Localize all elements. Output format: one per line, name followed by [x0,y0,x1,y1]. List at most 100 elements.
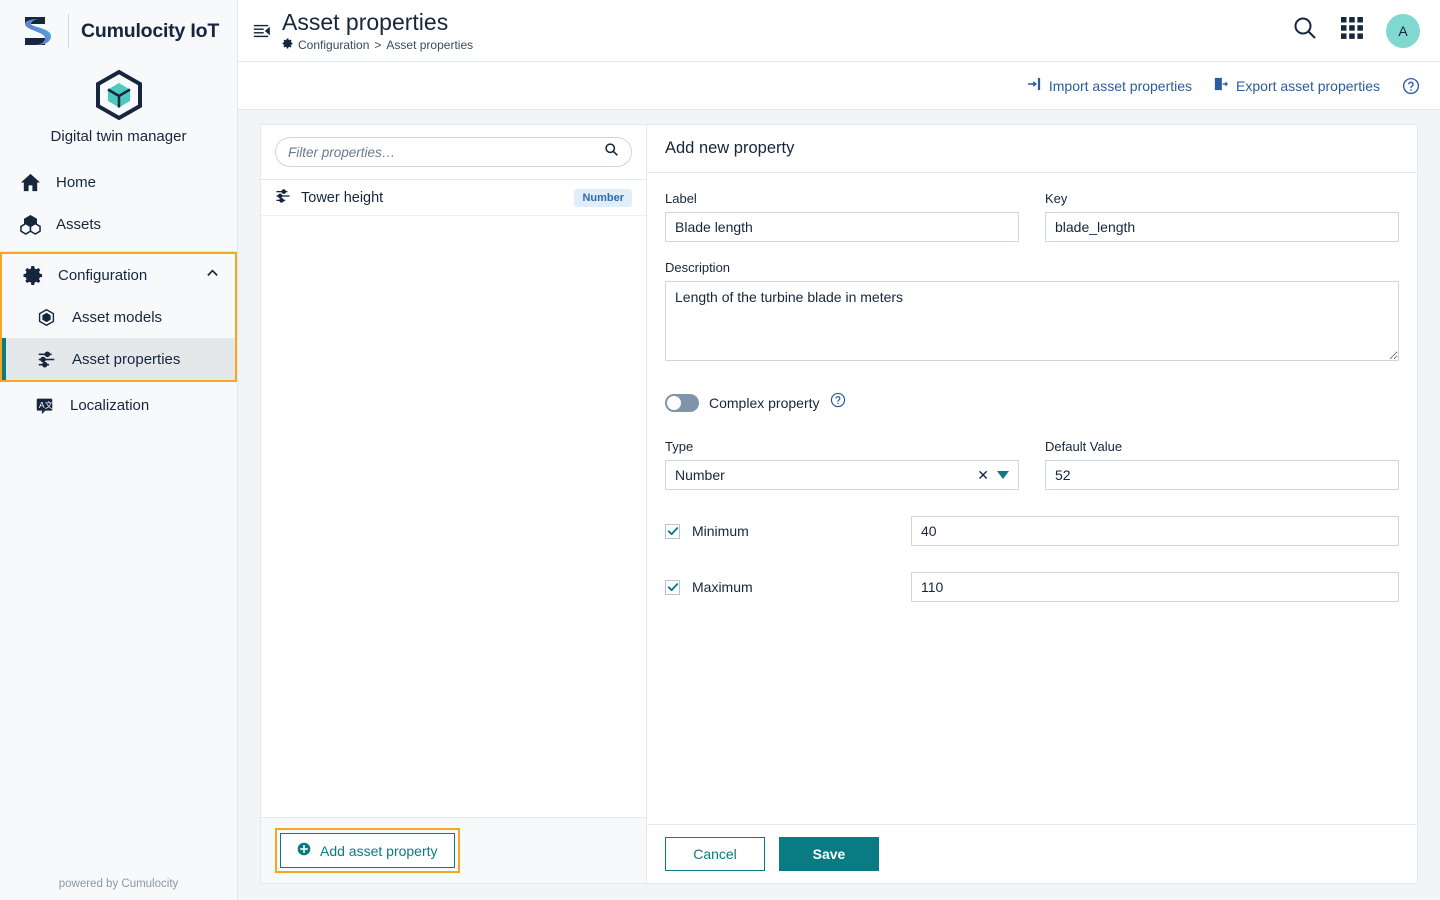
import-asset-properties-button[interactable]: Import asset properties [1027,77,1192,94]
top-header: Asset properties Configuration > Asset p… [238,0,1440,62]
form-footer: Cancel Save [647,824,1417,883]
default-value-input[interactable] [1045,460,1399,490]
breadcrumb-separator: > [374,37,382,52]
save-button[interactable]: Save [779,837,879,871]
content-area: Tower height Number [238,110,1440,900]
type-select[interactable]: Number ✕ [665,460,1019,490]
maximum-label: Maximum [692,579,753,595]
search-icon[interactable] [1292,15,1318,46]
cube-outline-icon [34,308,58,327]
gear-icon [282,38,293,52]
help-circle-icon[interactable] [1402,77,1420,95]
toggle-knob [667,395,681,410]
maximum-row: Maximum [665,572,1399,602]
maximum-input[interactable] [911,572,1399,602]
sidebar-item-asset-models[interactable]: Asset models [2,296,235,338]
sidebar-item-label: Home [56,173,97,191]
sidebar-item-home[interactable]: Home [0,161,237,203]
import-label: Import asset properties [1048,77,1193,94]
app-root: Cumulocity IoT Digital twin manager Home… [0,0,1440,900]
form-body: Label Key Description [647,173,1417,824]
description-field-label: Description [665,260,731,275]
sidebar-item-assets[interactable]: Assets [0,203,237,245]
app-identity: Digital twin manager [0,62,237,161]
brand-header: Cumulocity IoT [0,0,237,62]
sidebar-nav: Home Assets Configuration Asset models A… [0,161,237,878]
maximum-checkbox[interactable] [665,579,680,595]
sidebar-item-label: Asset properties [72,350,181,368]
sidebar-item-configuration[interactable]: Configuration [2,254,235,296]
cancel-button[interactable]: Cancel [665,837,765,871]
clear-x-icon[interactable]: ✕ [969,467,997,484]
maximum-check-group: Maximum [665,579,911,595]
action-bar: Import asset properties Export asset pro… [238,62,1440,110]
form-title: Add new property [647,125,1417,173]
cumulocity-s-logo-icon [16,12,56,50]
export-label: Export asset properties [1236,77,1380,94]
sidebar: Cumulocity IoT Digital twin manager Home… [0,0,238,900]
description-textarea[interactable] [665,281,1399,361]
cube-hexagon-icon [92,68,146,122]
minimum-row: Minimum [665,516,1399,546]
list-item-label: Tower height [301,189,384,206]
assets-cubes-icon [18,214,42,235]
svg-text:A: A [38,400,44,410]
plus-circle-icon [297,842,311,859]
key-field-group: Key [1045,191,1399,242]
properties-card: Tower height Number [260,124,1418,884]
caret-down-icon[interactable] [997,471,1009,479]
complex-property-row: Complex property [665,392,1399,413]
minimum-checkbox[interactable] [665,523,680,539]
minimum-label: Minimum [692,523,749,539]
brand-divider [68,14,69,48]
property-list-panel: Tower height Number [261,125,647,883]
type-field-label: Type [665,439,694,454]
collapse-sidebar-icon[interactable] [252,22,270,40]
list-footer: Add asset property [261,817,646,883]
sidebar-item-localization[interactable]: A 文 Localization [0,384,237,426]
add-asset-property-highlight-box: Add asset property [275,828,460,873]
filter-properties-box[interactable] [275,137,632,167]
search-icon[interactable] [604,142,619,162]
title-block: Asset properties Configuration > Asset p… [282,9,473,51]
help-circle-icon[interactable] [830,392,846,413]
app-title: Digital twin manager [50,128,187,145]
type-selected-value: Number [675,467,725,483]
breadcrumb: Configuration > Asset properties [282,38,473,52]
export-asset-properties-button[interactable]: Export asset properties [1214,77,1380,94]
chevron-up-icon[interactable] [206,267,219,284]
export-icon [1214,77,1229,94]
sidebar-item-label: Asset models [72,308,163,326]
add-asset-property-button[interactable]: Add asset property [280,833,455,868]
add-property-form: Add new property Label Key [647,125,1417,883]
complex-property-label: Complex property [709,394,820,411]
complex-property-toggle[interactable] [665,393,699,412]
avatar[interactable]: A [1386,13,1420,48]
property-list: Tower height Number [261,180,646,817]
key-field-label: Key [1045,191,1068,206]
sidebar-item-label: Configuration [58,266,148,284]
type-default-row: Type Number ✕ Default Value [665,439,1399,490]
list-item[interactable]: Tower height Number [261,180,646,216]
home-icon [18,172,42,193]
minimum-input[interactable] [911,516,1399,546]
import-icon [1027,77,1041,94]
default-value-label: Default Value [1045,439,1123,454]
sidebar-item-asset-properties[interactable]: Asset properties [2,338,235,380]
app-grid-icon[interactable] [1340,16,1364,45]
label-field-group: Label [665,191,1019,242]
label-input[interactable] [665,212,1019,242]
sliders-icon [34,350,58,369]
brand-name: Cumulocity IoT [81,19,220,42]
breadcrumb-parent[interactable]: Configuration [298,38,369,52]
label-field-label: Label [665,191,697,206]
breadcrumb-current: Asset properties [386,37,474,52]
main-area: Asset properties Configuration > Asset p… [238,0,1440,900]
key-input[interactable] [1045,212,1399,242]
search-input[interactable] [288,144,604,160]
header-actions: A [1292,13,1420,48]
page-title: Asset properties [282,9,449,36]
configuration-highlight-box: Configuration Asset models Asset propert… [0,252,237,382]
description-field-group: Description [665,260,1399,366]
status-badge: Number [574,188,632,207]
